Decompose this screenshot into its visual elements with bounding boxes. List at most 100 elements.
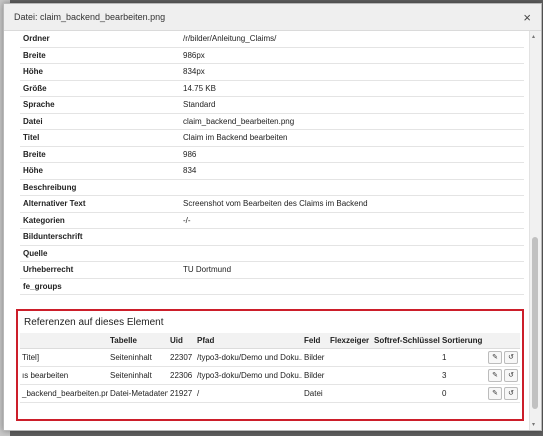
metadata-key: fe_groups [20, 278, 180, 295]
metadata-key: Breite [20, 47, 180, 64]
metadata-key: Kategorien [20, 212, 180, 229]
reference-actions: ✎ ↺ [486, 366, 520, 385]
reference-cell-path: /typo3-doku/Demo und Doku... [195, 348, 302, 367]
metadata-key: Bildunterschrift [20, 228, 180, 246]
metadata-row: Datei claim_backend_bearbeiten.png [20, 113, 524, 130]
metadata-value: 986 [180, 146, 524, 163]
edit-icon[interactable]: ✎ [488, 369, 502, 382]
reference-cell-name: Titel] [20, 348, 108, 367]
metadata-value [180, 228, 524, 246]
vertical-scrollbar[interactable]: ▴ ▾ [529, 31, 541, 430]
vertical-scroll-thumb[interactable] [532, 237, 538, 409]
close-icon[interactable]: × [523, 11, 531, 24]
modal-header: Datei: claim_backend_bearbeiten.png × [4, 4, 541, 31]
modal-title: Datei: claim_backend_bearbeiten.png [14, 12, 166, 22]
metadata-row: Höhe 834px [20, 63, 524, 81]
metadata-key: Titel [20, 129, 180, 147]
metadata-row: Beschreibung [20, 179, 524, 196]
metadata-key: Urheberrecht [20, 261, 180, 279]
references-section: Referenzen auf dieses Element Tabelle Uid… [16, 309, 524, 421]
references-column-header [486, 333, 520, 349]
reference-cell-field: Datei [302, 384, 328, 403]
history-icon[interactable]: ↺ [504, 387, 518, 400]
reference-cell-path: /typo3-doku/Demo und Doku... [195, 366, 302, 385]
metadata-value: Standard [180, 96, 524, 114]
modal-body: Ordner/r/bilder/Anleitung_Claims/Breite 9… [4, 31, 529, 430]
metadata-value: 834 [180, 162, 524, 180]
reference-row: Titel] Seiteninhalt 22307/typo3-doku/Demo … [20, 348, 520, 367]
metadata-value [180, 245, 524, 262]
metadata-row: Höhe 834 [20, 162, 524, 180]
reference-cell-softref [372, 348, 440, 367]
metadata-key: Sprache [20, 96, 180, 114]
metadata-key: Ordner [20, 31, 180, 48]
reference-cell-name: _backend_bearbeiten.png [20, 384, 108, 403]
metadata-key: Datei [20, 113, 180, 130]
reference-cell-flex [328, 366, 372, 385]
metadata-value [180, 179, 524, 196]
metadata-row: Alternativer Text Screenshot vom Bearbeit… [20, 195, 524, 213]
references-column-header: Softref-Schlüssel [372, 333, 440, 349]
scroll-up-icon[interactable]: ▴ [532, 33, 535, 40]
metadata-row: Urheberrecht TU Dortmund [20, 261, 524, 279]
references-column-header: Feld [302, 333, 328, 349]
metadata-value: claim_backend_bearbeiten.png [180, 113, 524, 130]
history-icon[interactable]: ↺ [504, 369, 518, 382]
metadata-row: fe_groups [20, 278, 524, 295]
references-column-header: Flexzeiger [328, 333, 372, 349]
edit-icon[interactable]: ✎ [488, 387, 502, 400]
reference-row: _backend_bearbeiten.png Datei-Metadaten 21… [20, 384, 520, 403]
metadata-row: Breite 986 [20, 146, 524, 163]
reference-cell-sort: 1 [440, 348, 486, 367]
reference-actions: ✎ ↺ [486, 384, 520, 403]
metadata-row: Größe 14.75 KB [20, 80, 524, 97]
metadata-row: Breite 986px [20, 47, 524, 64]
scroll-down-icon[interactable]: ▾ [532, 421, 535, 428]
edit-icon[interactable]: ✎ [488, 351, 502, 364]
reference-cell-sort: 0 [440, 384, 486, 403]
references-title: Referenzen auf dieses Element [24, 317, 164, 328]
metadata-value: 14.75 KB [180, 80, 524, 97]
metadata-key: Alternativer Text [20, 195, 180, 213]
reference-cell-uid: 21927 [168, 384, 195, 403]
history-icon[interactable]: ↺ [504, 351, 518, 364]
reference-cell-table: Seiteninhalt [108, 366, 168, 385]
metadata-key: Quelle [20, 245, 180, 262]
metadata-row: Titel Claim im Backend bearbeiten [20, 129, 524, 147]
references-grid: Tabelle Uid Pfad Feld Flexzeiger Softref-Schl… [20, 333, 520, 411]
metadata-row: Ordner/r/bilder/Anleitung_Claims/ [20, 31, 524, 48]
reference-row: ıs bearbeiten Seiteninhalt 22306/typo3-dok… [20, 366, 520, 385]
metadata-row: Bildunterschrift [20, 228, 524, 246]
references-column-header: Sortierung [440, 333, 486, 349]
metadata-key: Breite [20, 146, 180, 163]
file-info-modal: Datei: claim_backend_bearbeiten.png × Or… [3, 3, 542, 431]
metadata-key: Größe [20, 80, 180, 97]
metadata-row: Quelle [20, 245, 524, 262]
reference-cell-table: Seiteninhalt [108, 348, 168, 367]
references-column-header [20, 333, 108, 349]
reference-cell-field: Bilder [302, 366, 328, 385]
metadata-value: Claim im Backend bearbeiten [180, 129, 524, 147]
references-column-header: Uid [168, 333, 195, 349]
metadata-key: Höhe [20, 63, 180, 81]
metadata-value [180, 278, 524, 295]
metadata-row: Sprache Standard [20, 96, 524, 114]
reference-cell-path: / [195, 384, 302, 403]
metadata-value: Screenshot vom Bearbeiten des Claims im … [180, 195, 524, 213]
references-table: Tabelle Uid Pfad Feld Flexzeiger Softref-Schl… [20, 333, 520, 403]
reference-cell-field: Bilder [302, 348, 328, 367]
reference-actions: ✎ ↺ [486, 348, 520, 367]
references-column-header: Tabelle [108, 333, 168, 349]
reference-cell-name: ıs bearbeiten [20, 366, 108, 385]
metadata-value: 834px [180, 63, 524, 81]
metadata-key: Beschreibung [20, 179, 180, 196]
reference-cell-flex [328, 348, 372, 367]
metadata-key: Höhe [20, 162, 180, 180]
metadata-value: 986px [180, 47, 524, 64]
reference-cell-flex [328, 384, 372, 403]
references-column-header: Pfad [195, 333, 302, 349]
reference-cell-softref [372, 384, 440, 403]
metadata-row: Kategorien -/- [20, 212, 524, 229]
reference-cell-softref [372, 366, 440, 385]
reference-cell-table: Datei-Metadaten [108, 384, 168, 403]
